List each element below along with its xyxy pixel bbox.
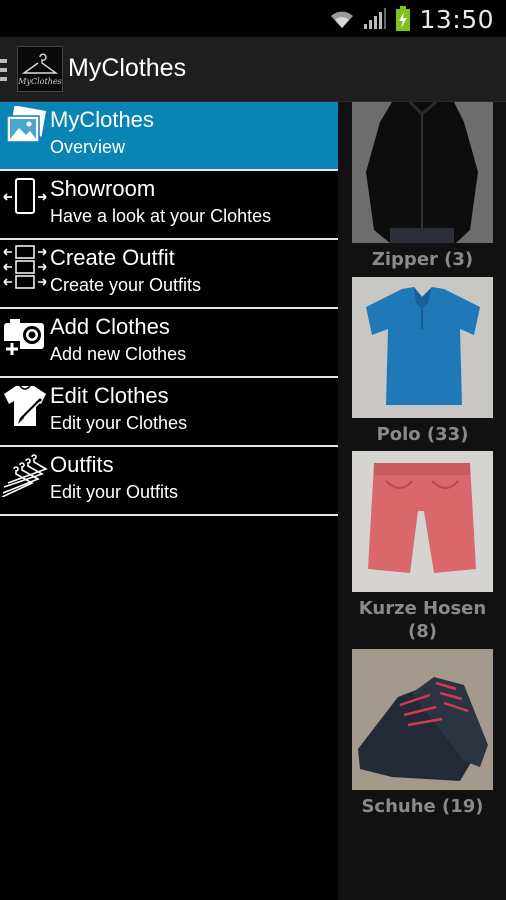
add-camera-icon [2,313,48,359]
category-item[interactable]: Schuhe (19) [352,649,493,818]
clock: 13:50 [419,4,494,34]
hanger-logo-icon: MyClothes [17,53,62,86]
category-label: Schuhe (19) [361,796,484,817]
hangers-icon [1,451,48,498]
drawer-toggle-icon[interactable] [0,59,7,81]
category-item[interactable]: Zipper (3) [352,102,493,271]
phone-swipe-icon [2,175,48,221]
drawer-item-add-clothes[interactable]: Add Clothes Add new Clothes [0,309,338,378]
drawer-item-title: Outfits [50,452,114,477]
drawer-item-create-outfit[interactable]: Create Outfit Create your Outfits [0,240,338,309]
category-item[interactable]: Polo (33) [352,277,493,446]
shirt-edit-icon [2,382,48,428]
app-title: MyClothes [68,54,187,82]
drawer-item-showroom[interactable]: Showroom Have a look at your Clohtes [0,171,338,240]
drawer-item-myclothes[interactable]: MyClothes Overview [0,102,338,171]
svg-text:MyClothes: MyClothes [18,77,62,86]
zipper-thumbnail [352,102,493,243]
shoes-thumbnail [352,649,493,790]
drawer-item-title: MyClothes [50,107,154,132]
wifi-icon [331,11,354,28]
drawer-item-outfits[interactable]: Outfits Edit your Outfits [0,447,338,516]
drawer-item-title: Edit Clothes [50,383,169,408]
pictures-icon [2,105,48,152]
outfit-builder-icon [2,244,48,290]
category-label: Polo (33) [376,424,469,445]
drawer-item-subtitle: Edit your Outfits [50,482,179,502]
app-logo[interactable]: MyClothes [17,46,63,92]
drawer-item-edit-clothes[interactable]: Edit Clothes Edit your Clothes [0,378,338,447]
category-label: Zipper (3) [371,249,474,270]
category-item[interactable]: Kurze Hosen (8) [352,451,493,643]
polo-thumbnail [352,277,493,418]
navigation-drawer: MyClothes Overview Showroom Have a look … [0,102,338,900]
shorts-thumbnail [352,451,493,592]
battery-charging-icon [396,6,411,31]
drawer-item-title: Showroom [50,176,156,201]
signal-icon [364,8,387,29]
drawer-item-subtitle: Add new Clothes [50,344,187,364]
action-bar: MyClothes MyClothes [0,37,506,102]
drawer-item-subtitle: Overview [50,137,126,157]
status-bar: 13:50 [0,0,506,37]
drawer-item-subtitle: Create your Outfits [50,275,202,295]
drawer-item-subtitle: Have a look at your Clohtes [50,206,272,226]
drawer-item-title: Create Outfit [50,245,175,270]
category-list: Zipper (3) Polo (33) Kurze Hosen (8) Sch… [338,102,506,900]
drawer-item-title: Add Clothes [50,314,170,339]
category-label: Kurze Hosen (8) [358,598,487,642]
drawer-item-subtitle: Edit your Clothes [50,413,188,433]
